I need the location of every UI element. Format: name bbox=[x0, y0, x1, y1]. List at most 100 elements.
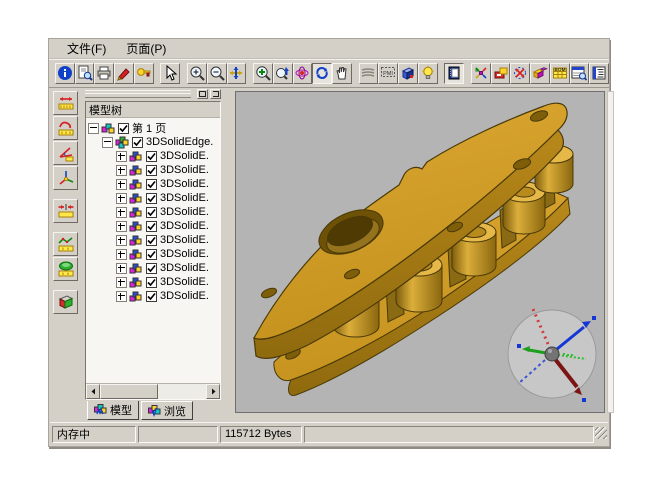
panel-gripper[interactable] bbox=[85, 90, 191, 98]
tree-item-label[interactable]: 3DSolidE. bbox=[160, 220, 209, 232]
visibility-checkbox[interactable] bbox=[146, 235, 157, 246]
tab-browse[interactable]: 浏览 bbox=[141, 401, 193, 420]
visibility-checkbox[interactable] bbox=[146, 263, 157, 274]
tree-item-label[interactable]: 3DSolidEdge. bbox=[146, 136, 213, 148]
markup-pen-button[interactable] bbox=[114, 63, 134, 84]
expand-expander-icon[interactable] bbox=[116, 165, 127, 176]
assembly-explode-button[interactable] bbox=[471, 63, 491, 84]
tree-row-part[interactable]: 3DSolidE. bbox=[88, 177, 220, 191]
tree-item-label[interactable]: 3DSolidE. bbox=[160, 206, 209, 218]
visibility-checkbox[interactable] bbox=[146, 277, 157, 288]
tree-row-part[interactable]: 3DSolidE. bbox=[88, 205, 220, 219]
visibility-checkbox[interactable] bbox=[118, 123, 129, 134]
print-button[interactable] bbox=[94, 63, 114, 84]
expand-expander-icon[interactable] bbox=[116, 193, 127, 204]
pmi-button[interactable]: PMI bbox=[378, 63, 398, 84]
zoom-in-button[interactable] bbox=[187, 63, 207, 84]
tree-item-label[interactable]: 第 1 页 bbox=[132, 120, 166, 136]
visibility-checkbox[interactable] bbox=[146, 291, 157, 302]
measure-area-button[interactable] bbox=[53, 257, 78, 281]
scroll-track[interactable] bbox=[158, 384, 206, 399]
save-view-button[interactable] bbox=[491, 63, 511, 84]
update-view-button[interactable] bbox=[510, 63, 530, 84]
expand-expander-icon[interactable] bbox=[116, 291, 127, 302]
visibility-checkbox[interactable] bbox=[146, 165, 157, 176]
tree-row-part[interactable]: 3DSolidE. bbox=[88, 289, 220, 303]
visibility-checkbox[interactable] bbox=[146, 179, 157, 190]
measure-angle-button[interactable] bbox=[53, 141, 78, 165]
expand-expander-icon[interactable] bbox=[116, 179, 127, 190]
measure-polyline-button[interactable] bbox=[53, 232, 78, 256]
tree-item-label[interactable]: 3DSolidE. bbox=[160, 192, 209, 204]
tree-item-label[interactable]: 3DSolidE. bbox=[160, 276, 209, 288]
menu-file[interactable]: 文件(F) bbox=[59, 38, 114, 59]
measure-distance-button[interactable] bbox=[53, 199, 78, 223]
info-button[interactable] bbox=[55, 63, 75, 84]
layers-button[interactable] bbox=[359, 63, 379, 84]
viewport-3d[interactable] bbox=[235, 91, 605, 413]
tree-item-label[interactable]: 3DSolidE. bbox=[160, 164, 209, 176]
expand-expander-icon[interactable] bbox=[116, 277, 127, 288]
visibility-checkbox[interactable] bbox=[146, 249, 157, 260]
measure-curve-button[interactable] bbox=[53, 116, 78, 140]
tree-item-label[interactable]: 3DSolidE. bbox=[160, 262, 209, 274]
zoom-out-button[interactable] bbox=[207, 63, 227, 84]
visibility-checkbox[interactable] bbox=[132, 137, 143, 148]
light-button[interactable] bbox=[418, 63, 438, 84]
tree-row-part[interactable]: 3DSolidE. bbox=[88, 149, 220, 163]
rotate-view-button[interactable] bbox=[312, 63, 332, 84]
tree-row-part[interactable]: 3DSolidE. bbox=[88, 163, 220, 177]
tree-row-part[interactable]: 3DSolidE. bbox=[88, 275, 220, 289]
resize-grip[interactable] bbox=[595, 427, 607, 439]
view-box-button[interactable] bbox=[398, 63, 418, 84]
visibility-checkbox[interactable] bbox=[146, 207, 157, 218]
tree-row-part[interactable]: 3DSolidE. bbox=[88, 261, 220, 275]
tree-row-part[interactable]: 3DSolidE. bbox=[88, 233, 220, 247]
tree-row-part[interactable]: 3DSolidE. bbox=[88, 191, 220, 205]
bom-button[interactable]: BOM bbox=[550, 63, 570, 84]
expand-expander-icon[interactable] bbox=[116, 207, 127, 218]
measure-coordinate-button[interactable] bbox=[53, 166, 78, 190]
pan-hand-button[interactable] bbox=[332, 63, 352, 84]
expand-expander-icon[interactable] bbox=[116, 151, 127, 162]
visibility-checkbox[interactable] bbox=[146, 151, 157, 162]
menu-page[interactable]: 页面(P) bbox=[118, 38, 174, 59]
tree-row-assembly[interactable]: 3DSolidEdge. bbox=[88, 135, 220, 149]
visibility-checkbox[interactable] bbox=[146, 221, 157, 232]
panel-close-button[interactable] bbox=[210, 89, 221, 99]
orbit-button[interactable] bbox=[293, 63, 313, 84]
notebook-button[interactable] bbox=[444, 63, 464, 84]
parts-cube-button[interactable] bbox=[530, 63, 550, 84]
expand-expander-icon[interactable] bbox=[116, 249, 127, 260]
scroll-left-button[interactable] bbox=[86, 384, 100, 399]
tree-row-part[interactable]: 3DSolidE. bbox=[88, 219, 220, 233]
tree-item-label[interactable]: 3DSolidE. bbox=[160, 150, 209, 162]
tree-item-label[interactable]: 3DSolidE. bbox=[160, 290, 209, 302]
visibility-checkbox[interactable] bbox=[146, 193, 157, 204]
panel-maximize-button[interactable] bbox=[197, 89, 208, 99]
permissions-key-button[interactable] bbox=[134, 63, 154, 84]
collapse-expander-icon[interactable] bbox=[102, 137, 113, 148]
collapse-expander-icon[interactable] bbox=[88, 123, 99, 134]
zoom-window-button[interactable] bbox=[253, 63, 273, 84]
tree-item-label[interactable]: 3DSolidE. bbox=[160, 248, 209, 260]
select-cursor-button[interactable] bbox=[160, 63, 180, 84]
orientation-gizmo[interactable] bbox=[508, 309, 596, 402]
scroll-right-button[interactable] bbox=[206, 384, 220, 399]
tree-row-part[interactable]: 3DSolidE. bbox=[88, 247, 220, 261]
tree-row-page[interactable]: 第 1 页 bbox=[88, 121, 220, 135]
tree-item-label[interactable]: 3DSolidE. bbox=[160, 234, 209, 246]
tab-model[interactable]: 模型 bbox=[87, 401, 139, 420]
measure-length-button[interactable] bbox=[53, 91, 78, 115]
expand-expander-icon[interactable] bbox=[116, 235, 127, 246]
tree-item-label[interactable]: 3DSolidE. bbox=[160, 178, 209, 190]
model-view-box-button[interactable] bbox=[53, 290, 78, 314]
model-tree[interactable]: 第 1 页 3DSolidEdge. 3DSolidE. 3DSolidE. bbox=[86, 118, 220, 383]
dynamic-zoom-button[interactable] bbox=[273, 63, 293, 84]
structure-tree-button[interactable] bbox=[589, 63, 609, 84]
expand-expander-icon[interactable] bbox=[116, 221, 127, 232]
table-search-button[interactable] bbox=[570, 63, 590, 84]
print-preview-button[interactable] bbox=[75, 63, 95, 84]
expand-expander-icon[interactable] bbox=[116, 263, 127, 274]
pan-arrows-button[interactable] bbox=[227, 63, 247, 84]
